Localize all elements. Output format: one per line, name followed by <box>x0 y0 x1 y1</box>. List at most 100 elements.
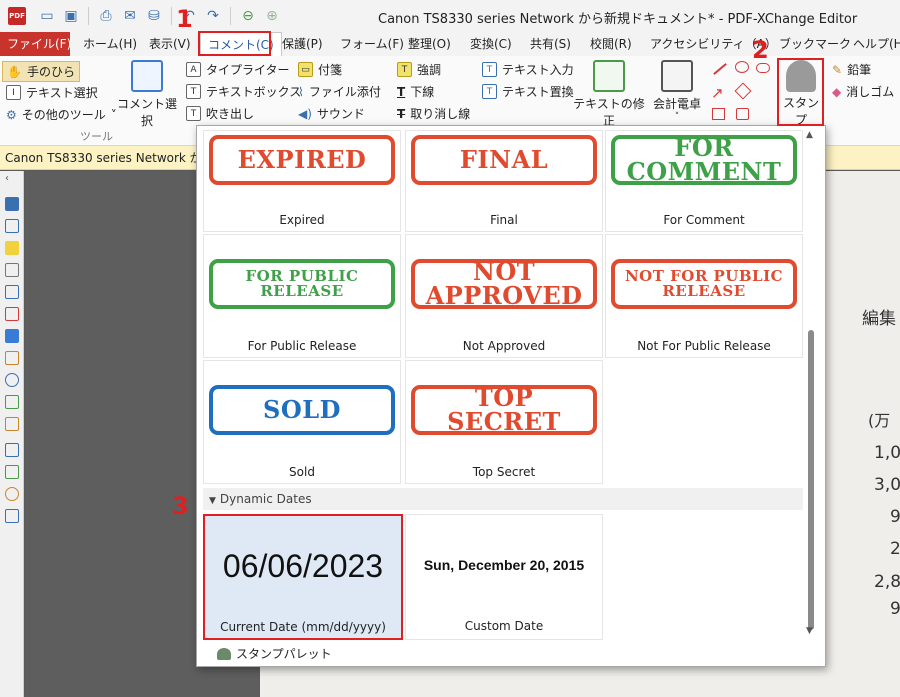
back-icon[interactable]: ⊖ <box>237 5 259 27</box>
links-icon[interactable] <box>5 417 19 431</box>
tab-view[interactable]: 表示(V) <box>142 32 198 56</box>
accessibility-icon[interactable] <box>5 487 19 501</box>
stamp-label: For Public Release <box>247 339 357 353</box>
ellipse-tool[interactable] <box>735 61 749 73</box>
pencil-tool[interactable]: ✎ 鉛筆 <box>832 61 871 78</box>
highlight-comment-tab <box>198 31 271 56</box>
tab-protect[interactable]: 保護(P) <box>275 32 330 56</box>
rectangle-tool[interactable] <box>712 108 725 120</box>
checklist-icon <box>593 60 625 92</box>
textbox-tool[interactable]: T テキストボックス <box>186 83 301 100</box>
polygon-tool[interactable] <box>734 82 752 100</box>
section-header-dynamic-dates[interactable]: ▼ Dynamic Dates <box>203 488 803 510</box>
underline-icon: T <box>397 84 406 99</box>
eraser-icon: ◆ <box>832 84 842 99</box>
stamp-cell[interactable]: TOP SECRET Top Secret <box>405 360 603 484</box>
tags-icon[interactable] <box>5 443 19 457</box>
sound-tool[interactable]: ◀) サウンド <box>298 105 365 122</box>
comment-select-icon <box>131 60 163 92</box>
cloud-tool[interactable] <box>756 63 770 73</box>
other-tools-dropdown[interactable]: ⚙ その他のツール ˅ <box>6 106 117 123</box>
typewriter-icon: A <box>186 62 201 77</box>
forward-icon[interactable]: ⊕ <box>261 5 283 27</box>
redo-icon[interactable]: ↷ <box>202 5 224 27</box>
comment-select-button[interactable]: コメント選択 <box>112 60 182 129</box>
stamp-label: Current Date (mm/dd/yyyy) <box>220 620 386 634</box>
stamp-cell[interactable]: EXPIRED Expired <box>203 130 401 232</box>
group-label-tools: ツール <box>80 130 113 143</box>
stamp-preview: SOLD <box>209 385 395 435</box>
document-info-bar-end <box>826 146 900 170</box>
print-icon[interactable]: ⎙ <box>95 5 117 27</box>
title-bar: PDF ▭ ▣ ⎙ ✉ ⛁ ↶ ↷ ⊖ ⊕ Canon TS8330 serie… <box>0 0 900 32</box>
page-text: 9 <box>890 507 900 527</box>
paperclip-icon: ⌇ <box>298 84 304 99</box>
stamp-label: Final <box>490 213 518 227</box>
stamp-cell[interactable]: FINAL Final <box>405 130 603 232</box>
attachments-icon[interactable] <box>5 263 19 277</box>
scroll-down-icon[interactable]: ▼ <box>806 626 813 636</box>
scroll-up-icon[interactable]: ▲ <box>806 130 813 140</box>
scan-icon[interactable]: ⛁ <box>143 5 165 27</box>
bookmarks-icon[interactable] <box>5 197 19 211</box>
calculator-button[interactable]: 会計電卓 ˅ <box>648 60 706 122</box>
properties-icon[interactable] <box>5 351 19 365</box>
file-attach-tool[interactable]: ⌇ ファイル添付 <box>298 83 381 100</box>
stamp-preview: NOT FOR PUBLIC RELEASE <box>611 259 797 309</box>
strikeout-tool[interactable]: T 取り消し線 <box>397 105 470 122</box>
app-icon: PDF <box>8 7 26 25</box>
stamp-cell[interactable]: NOT APPROVED Not Approved <box>405 234 603 358</box>
text-select-tool[interactable]: I テキスト選択 <box>6 84 98 101</box>
tab-organize[interactable]: 整理(O) <box>401 32 458 56</box>
tab-form[interactable]: フォーム(F) <box>333 32 411 56</box>
text-replace-tool[interactable]: T テキスト置換 <box>482 83 574 100</box>
eraser-tool[interactable]: ◆ 消しゴム <box>832 83 894 100</box>
stamp-custom-date[interactable]: Sun, December 20, 2015 Custom Date <box>405 514 603 640</box>
stamp-label: Top Secret <box>472 465 536 479</box>
typewriter-tool[interactable]: A タイプライター <box>186 61 290 78</box>
tab-home[interactable]: ホーム(H) <box>76 32 144 56</box>
tab-help[interactable]: ヘルプ(H) <box>846 32 900 56</box>
text-insert-icon: T <box>482 62 497 77</box>
stamp-cell[interactable]: SOLD Sold <box>203 360 401 484</box>
text-insert-tool[interactable]: T テキスト入力 <box>482 61 574 78</box>
stamp-cell[interactable]: FOR COMMENT For Comment <box>605 130 803 232</box>
scrollbar[interactable]: ▲ ▼ <box>804 130 818 638</box>
hand-tool[interactable]: ✋ 手のひら <box>2 61 80 82</box>
arrow-tool[interactable]: ↗ <box>711 86 724 101</box>
stamp-cell[interactable]: FOR PUBLIC RELEASE For Public Release <box>203 234 401 358</box>
save-icon[interactable]: ▣ <box>60 5 82 27</box>
scroll-thumb[interactable] <box>808 330 814 630</box>
strikeout-icon: T <box>397 106 406 121</box>
sticky-note-tool[interactable]: ▭ 付箋 <box>298 61 342 78</box>
hand-icon: ✋ <box>7 64 22 79</box>
signatures-icon[interactable] <box>5 307 19 321</box>
pentagon-tool[interactable] <box>736 108 749 120</box>
content-icon[interactable] <box>5 285 19 299</box>
tree-icon[interactable] <box>5 395 19 409</box>
pages-icon[interactable] <box>5 219 19 233</box>
comments-icon[interactable] <box>5 241 19 255</box>
email-icon[interactable]: ✉ <box>119 5 141 27</box>
document-info-bar: Canon TS8330 series Network から <box>0 146 200 170</box>
tab-review[interactable]: 校閲(R) <box>583 32 639 56</box>
tab-convert[interactable]: 変換(C) <box>463 32 519 56</box>
stamp-current-date[interactable]: 06/06/2023 Current Date (mm/dd/yyyy) <box>203 514 403 640</box>
stamp-palette-link[interactable]: スタンプパレット <box>217 645 332 662</box>
highlight-tool[interactable]: T 強調 <box>397 61 441 78</box>
text-correction-button[interactable]: テキストの修正 <box>570 60 648 129</box>
tab-share[interactable]: 共有(S) <box>523 32 578 56</box>
line-tool[interactable] <box>713 63 727 75</box>
open-folder-icon[interactable]: ▭ <box>36 5 58 27</box>
order-icon[interactable] <box>5 465 19 479</box>
sticky-note-icon: ▭ <box>298 62 313 77</box>
underline-tool[interactable]: T 下線 <box>397 83 434 100</box>
collapse-panel-icon[interactable]: ‹ <box>5 173 9 184</box>
stamp-cell[interactable]: NOT FOR PUBLIC RELEASE Not For Public Rel… <box>605 234 803 358</box>
info-icon[interactable] <box>5 509 19 523</box>
search-icon[interactable] <box>5 373 19 387</box>
tab-file[interactable]: ファイル(F) <box>0 32 71 56</box>
quick-access-toolbar: ▭ ▣ ⎙ ✉ ⛁ ↶ ↷ ⊖ ⊕ <box>36 5 283 27</box>
layers-icon[interactable] <box>5 329 19 343</box>
callout-tool[interactable]: T 吹き出し <box>186 105 254 122</box>
